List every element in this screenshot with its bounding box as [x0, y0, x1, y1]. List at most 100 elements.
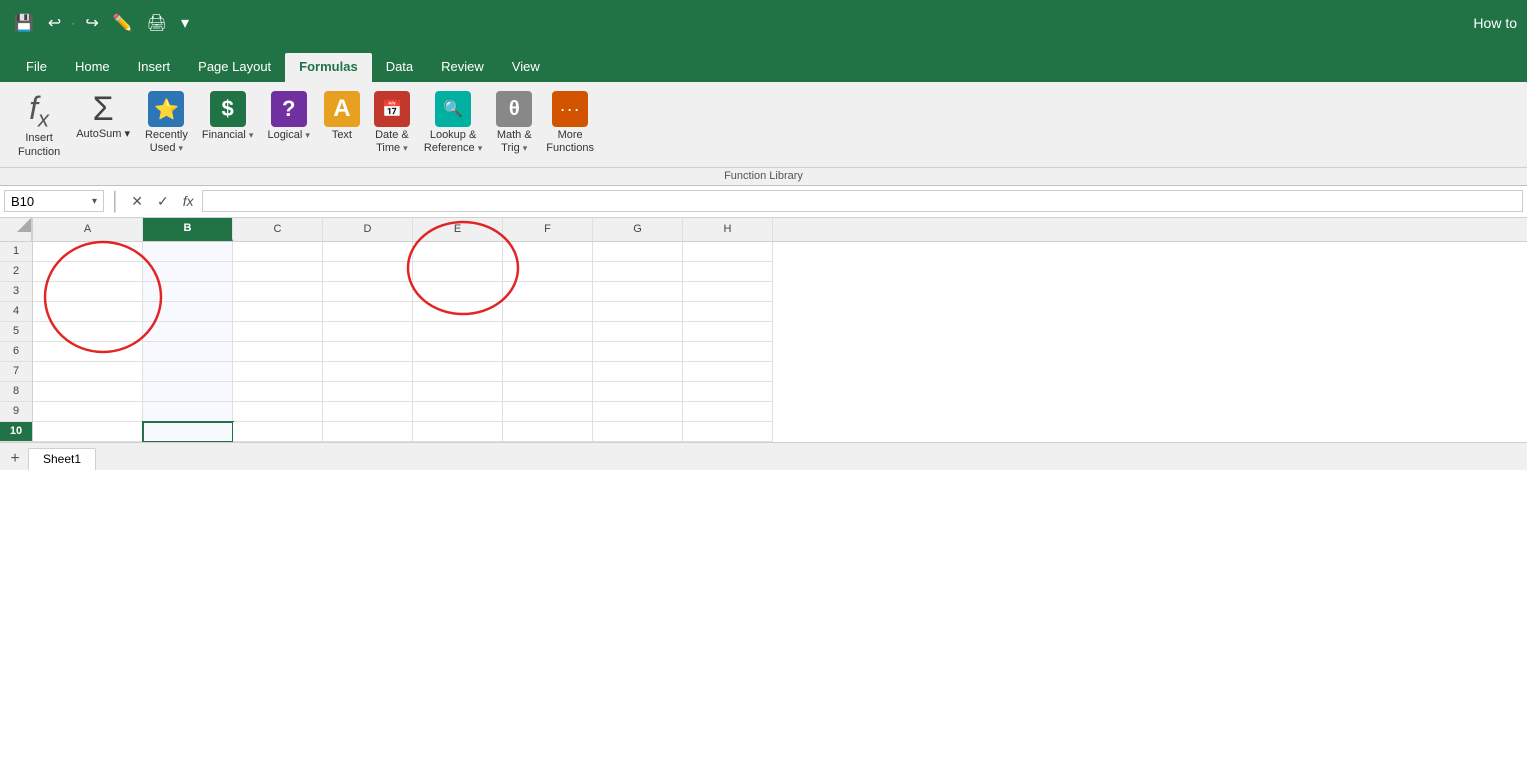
cell-d6[interactable]	[323, 342, 413, 362]
undo-icon[interactable]: ↩	[44, 11, 65, 35]
cell-g10[interactable]	[593, 422, 683, 442]
cell-e9[interactable]	[413, 402, 503, 422]
cell-e10[interactable]	[413, 422, 503, 442]
cell-f5[interactable]	[503, 322, 593, 342]
cell-b7[interactable]	[143, 362, 233, 382]
save-icon[interactable]: 💾	[10, 11, 38, 35]
cell-d1[interactable]	[323, 242, 413, 262]
cell-e6[interactable]	[413, 342, 503, 362]
cell-e2[interactable]	[413, 262, 503, 282]
cell-g5[interactable]	[593, 322, 683, 342]
math-trig-button[interactable]: θ Math &Trig ▾	[491, 88, 537, 158]
cell-g8[interactable]	[593, 382, 683, 402]
quickaccess-2[interactable]: 🖨	[143, 11, 171, 35]
cell-c5[interactable]	[233, 322, 323, 342]
cell-d8[interactable]	[323, 382, 413, 402]
cell-g3[interactable]	[593, 282, 683, 302]
tab-review[interactable]: Review	[427, 53, 498, 82]
cell-a4[interactable]	[33, 302, 143, 322]
cell-c10[interactable]	[233, 422, 323, 442]
formula-fx-btn[interactable]: fx	[179, 191, 198, 211]
cell-g6[interactable]	[593, 342, 683, 362]
cell-g1[interactable]	[593, 242, 683, 262]
row-header-5[interactable]: 5	[0, 322, 32, 342]
cell-a5[interactable]	[33, 322, 143, 342]
row-header-3[interactable]: 3	[0, 282, 32, 302]
cell-h5[interactable]	[683, 322, 773, 342]
cell-e1[interactable]	[413, 242, 503, 262]
cell-d2[interactable]	[323, 262, 413, 282]
tab-formulas[interactable]: Formulas	[285, 53, 372, 82]
cell-f3[interactable]	[503, 282, 593, 302]
redo-icon[interactable]: ↪	[81, 11, 102, 35]
autosum-button[interactable]: Σ AutoSum ▾	[70, 88, 136, 145]
cell-b1[interactable]	[143, 242, 233, 262]
col-header-e[interactable]: E	[413, 218, 503, 241]
cell-b4[interactable]	[143, 302, 233, 322]
row-header-9[interactable]: 9	[0, 402, 32, 422]
tab-page-layout[interactable]: Page Layout	[184, 53, 285, 82]
col-header-g[interactable]: G	[593, 218, 683, 241]
cell-h2[interactable]	[683, 262, 773, 282]
cell-d7[interactable]	[323, 362, 413, 382]
add-sheet-button[interactable]: +	[4, 448, 26, 470]
lookup-reference-button[interactable]: 🔍 Lookup &Reference ▾	[419, 88, 487, 158]
cell-e3[interactable]	[413, 282, 503, 302]
recently-used-button[interactable]: ⭐ RecentlyUsed ▾	[140, 88, 193, 158]
col-header-d[interactable]: D	[323, 218, 413, 241]
cell-c4[interactable]	[233, 302, 323, 322]
row-header-7[interactable]: 7	[0, 362, 32, 382]
col-header-h[interactable]: H	[683, 218, 773, 241]
formula-cancel-btn[interactable]: ✕	[127, 191, 147, 212]
cell-f10[interactable]	[503, 422, 593, 442]
tab-home[interactable]: Home	[61, 53, 124, 82]
logical-button[interactable]: ? Logical ▾	[262, 88, 314, 145]
cell-b6[interactable]	[143, 342, 233, 362]
cell-d9[interactable]	[323, 402, 413, 422]
cell-d10[interactable]	[323, 422, 413, 442]
row-header-4[interactable]: 4	[0, 302, 32, 322]
cell-a7[interactable]	[33, 362, 143, 382]
cell-g4[interactable]	[593, 302, 683, 322]
cell-a8[interactable]	[33, 382, 143, 402]
row-header-6[interactable]: 6	[0, 342, 32, 362]
cell-h9[interactable]	[683, 402, 773, 422]
row-header-2[interactable]: 2	[0, 262, 32, 282]
cell-e7[interactable]	[413, 362, 503, 382]
cell-c3[interactable]	[233, 282, 323, 302]
cell-a1[interactable]	[33, 242, 143, 262]
cell-c6[interactable]	[233, 342, 323, 362]
col-header-c[interactable]: C	[233, 218, 323, 241]
cell-f6[interactable]	[503, 342, 593, 362]
tab-file[interactable]: File	[12, 53, 61, 82]
cell-f4[interactable]	[503, 302, 593, 322]
name-box[interactable]: B10 ▾	[4, 190, 104, 212]
cell-f9[interactable]	[503, 402, 593, 422]
cell-g9[interactable]	[593, 402, 683, 422]
tab-insert[interactable]: Insert	[124, 53, 185, 82]
cell-e4[interactable]	[413, 302, 503, 322]
cell-c8[interactable]	[233, 382, 323, 402]
formula-input[interactable]	[202, 190, 1523, 212]
col-header-b[interactable]: B	[143, 218, 233, 241]
cell-c9[interactable]	[233, 402, 323, 422]
cell-e5[interactable]	[413, 322, 503, 342]
quickaccess-1[interactable]: ✏️	[109, 11, 137, 35]
cell-g7[interactable]	[593, 362, 683, 382]
cell-f8[interactable]	[503, 382, 593, 402]
cell-c2[interactable]	[233, 262, 323, 282]
cell-h8[interactable]	[683, 382, 773, 402]
insert-function-button[interactable]: fx InsertFunction	[12, 88, 66, 163]
cell-e8[interactable]	[413, 382, 503, 402]
cell-a10[interactable]	[33, 422, 143, 442]
cell-a9[interactable]	[33, 402, 143, 422]
cell-b10[interactable]	[143, 422, 233, 442]
cell-f1[interactable]	[503, 242, 593, 262]
cell-f2[interactable]	[503, 262, 593, 282]
row-header-8[interactable]: 8	[0, 382, 32, 402]
tab-data[interactable]: Data	[372, 53, 427, 82]
cell-h6[interactable]	[683, 342, 773, 362]
row-header-10[interactable]: 10	[0, 422, 32, 442]
date-time-button[interactable]: 📅 Date &Time ▾	[369, 88, 415, 158]
sheet-tab-1[interactable]: Sheet1	[28, 448, 96, 470]
